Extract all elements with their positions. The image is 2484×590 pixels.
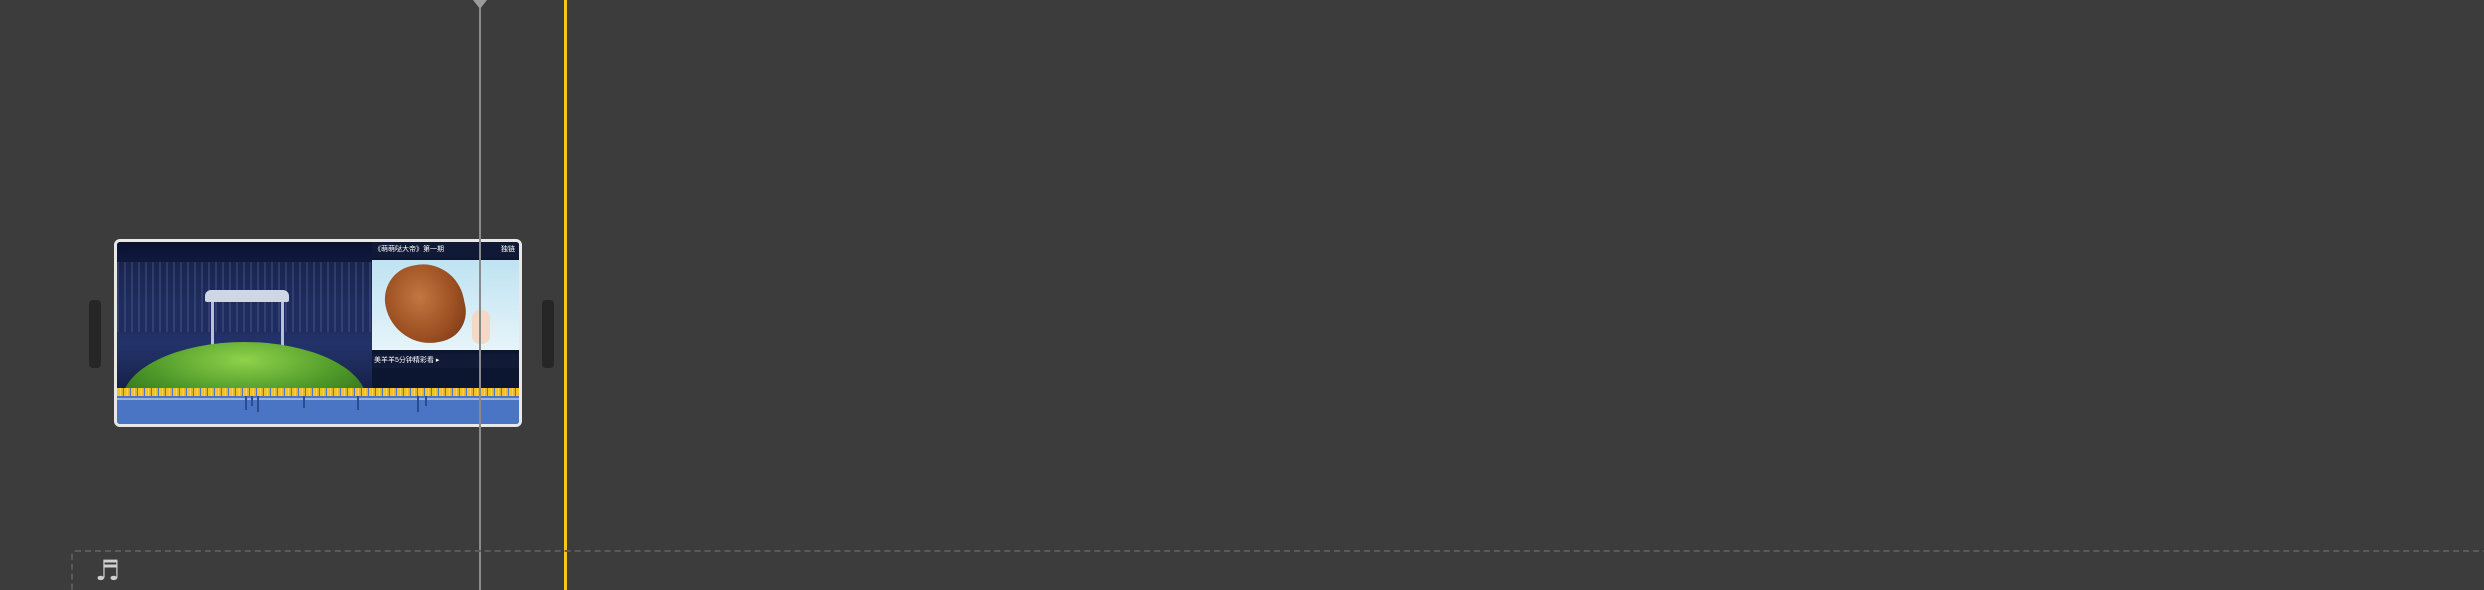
glove-shape: [378, 256, 472, 352]
video-clip[interactable]: 《萌萌哒大帝》第一期 独链 美羊羊5分钟精彩看 ▸: [114, 239, 522, 427]
pavilion-image: [205, 290, 289, 302]
music-note-icon: ♬: [95, 554, 121, 587]
clip-trim-handle-left[interactable]: [89, 300, 101, 368]
grass-dome-image: [122, 342, 367, 388]
audio-dip: [251, 396, 253, 406]
frame-title-bar: 《萌萌哒大帝》第一期 独链: [372, 242, 519, 258]
frame-corner-text: 独链: [501, 246, 515, 253]
clip-video-filmstrip: 《萌萌哒大帝》第一期 独链 美羊羊5分钟精彩看 ▸: [117, 242, 519, 388]
hand-shape: [472, 310, 490, 344]
audio-dip: [245, 396, 247, 410]
audio-dip: [303, 396, 305, 408]
audio-dip: [417, 396, 419, 412]
clip-audio-waveform: [117, 388, 519, 424]
timeline[interactable]: 《萌萌哒大帝》第一期 独链 美羊羊5分钟精彩看 ▸ ♬: [0, 0, 2484, 590]
clip-thumbnail-frame-1: [117, 242, 372, 388]
clip-thumbnail-frame-2: 《萌萌哒大帝》第一期 独链 美羊羊5分钟精彩看 ▸: [372, 242, 519, 388]
frame-caption: 美羊羊5分钟精彩看 ▸: [372, 354, 519, 368]
skimmer-head-icon[interactable]: [473, 0, 487, 9]
frame-title-text: 《萌萌哒大帝》第一期: [374, 246, 444, 253]
clip-trim-handle-right[interactable]: [542, 300, 554, 368]
audio-dip: [357, 396, 359, 410]
baseball-glove-image: [372, 256, 519, 352]
background-music-well[interactable]: [71, 550, 2484, 590]
skimmer-line: [479, 0, 481, 590]
audio-dip: [257, 396, 259, 412]
audio-volume-line[interactable]: [117, 398, 519, 400]
audio-peaks: [117, 388, 519, 396]
audio-dip: [425, 396, 427, 406]
playhead[interactable]: [564, 0, 567, 590]
